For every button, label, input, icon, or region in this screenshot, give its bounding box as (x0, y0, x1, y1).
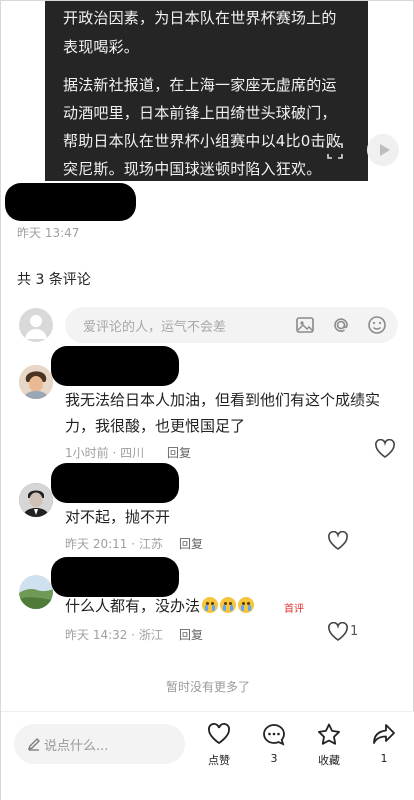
comment-meta: 昨天 20:11 · 江苏 (65, 537, 163, 551)
post-text-line: 突尼斯。现场中国球迷顿时陷入狂欢。 (63, 160, 322, 178)
favorite-label: 收藏 (318, 754, 340, 767)
comments-count-title: 共 3 条评论 (17, 272, 91, 288)
heart-icon[interactable] (374, 439, 396, 459)
share-count: 1 (380, 752, 388, 765)
heart-icon (208, 723, 230, 745)
favorite-button[interactable]: 收藏 (309, 722, 349, 768)
commenter-avatar[interactable] (19, 483, 53, 517)
reply-button[interactable]: 回复 (179, 626, 203, 643)
redacted-username (51, 346, 179, 386)
like-label: 点赞 (208, 754, 230, 767)
bottom-action-bar: 说点什么... 点赞 3 收藏 1 (1, 711, 414, 800)
play-button[interactable] (367, 134, 399, 166)
heart-icon[interactable] (327, 622, 349, 642)
screen: 开政治因素，为日本队在世界杯赛场上的 表现喝彩。 据法新社报道，在上海一家座无虚… (0, 0, 414, 800)
post-text-line: 开政治因素，为日本队在世界杯赛场上的 (63, 9, 337, 27)
my-avatar (19, 308, 53, 342)
at-icon[interactable] (331, 315, 351, 335)
comment-placeholder: 爱评论的人，运气不会差 (83, 320, 227, 335)
say-something-input[interactable]: 说点什么... (14, 724, 185, 764)
comment-icon (263, 724, 285, 746)
redacted-author (5, 183, 136, 221)
first-comment-badge: 首评 (284, 604, 304, 615)
post-text-line: 动酒吧里，日本前锋上田绮世头球破门， (63, 104, 337, 122)
comment-count: 3 (270, 752, 278, 765)
comment-text: 力，我很酸，也更恨国足了 (65, 417, 246, 435)
share-icon (373, 724, 395, 744)
like-button[interactable]: 点赞 (199, 722, 239, 768)
crying-emoji-icon (220, 597, 237, 613)
share-button[interactable]: 1 (364, 722, 404, 765)
reply-button[interactable]: 回复 (179, 535, 203, 552)
play-icon (380, 144, 390, 156)
comment-text: 我无法给日本人加油，但看到他们有这个成绩实 (65, 391, 381, 409)
comment-input[interactable]: 爱评论的人，运气不会差 (65, 307, 398, 343)
post-text-line: 表现喝彩。 (63, 38, 140, 56)
post-text-line: 据法新社报道，在上海一家座无虚席的运 (63, 76, 337, 94)
pencil-icon (27, 738, 40, 751)
reply-button[interactable]: 回复 (167, 444, 191, 461)
comment-text-content: 什么人都有，没办法 (65, 597, 201, 615)
emoji-icon[interactable] (367, 315, 387, 335)
comment-text: 什么人都有，没办法 (65, 593, 255, 619)
redacted-username (51, 463, 179, 503)
image-icon[interactable] (295, 315, 315, 335)
post-card[interactable]: 开政治因素，为日本队在世界杯赛场上的 表现喝彩。 据法新社报道，在上海一家座无虚… (45, 1, 368, 181)
redacted-username (51, 557, 179, 597)
crying-emoji-icon (238, 597, 255, 613)
comment-meta: 昨天 14:32 · 浙江 (65, 628, 163, 642)
say-placeholder: 说点什么... (44, 739, 109, 754)
post-time: 昨天 13:47 (17, 226, 80, 240)
commenter-avatar[interactable] (19, 365, 53, 399)
heart-icon[interactable] (327, 531, 349, 551)
post-text-line: 帮助日本队在世界杯小组赛中以4比0击败 (63, 132, 341, 150)
crying-emoji-icon (202, 597, 219, 613)
like-count: 1 (350, 624, 359, 639)
comment-text: 对不起，抛不开 (65, 508, 171, 526)
comment-button[interactable]: 3 (254, 722, 294, 765)
scan-icon[interactable] (327, 143, 343, 159)
star-icon (318, 723, 340, 745)
commenter-avatar[interactable] (19, 575, 53, 609)
no-more-text: 暂时没有更多了 (165, 680, 250, 694)
comment-meta: 1小时前 · 四川 (65, 446, 145, 460)
